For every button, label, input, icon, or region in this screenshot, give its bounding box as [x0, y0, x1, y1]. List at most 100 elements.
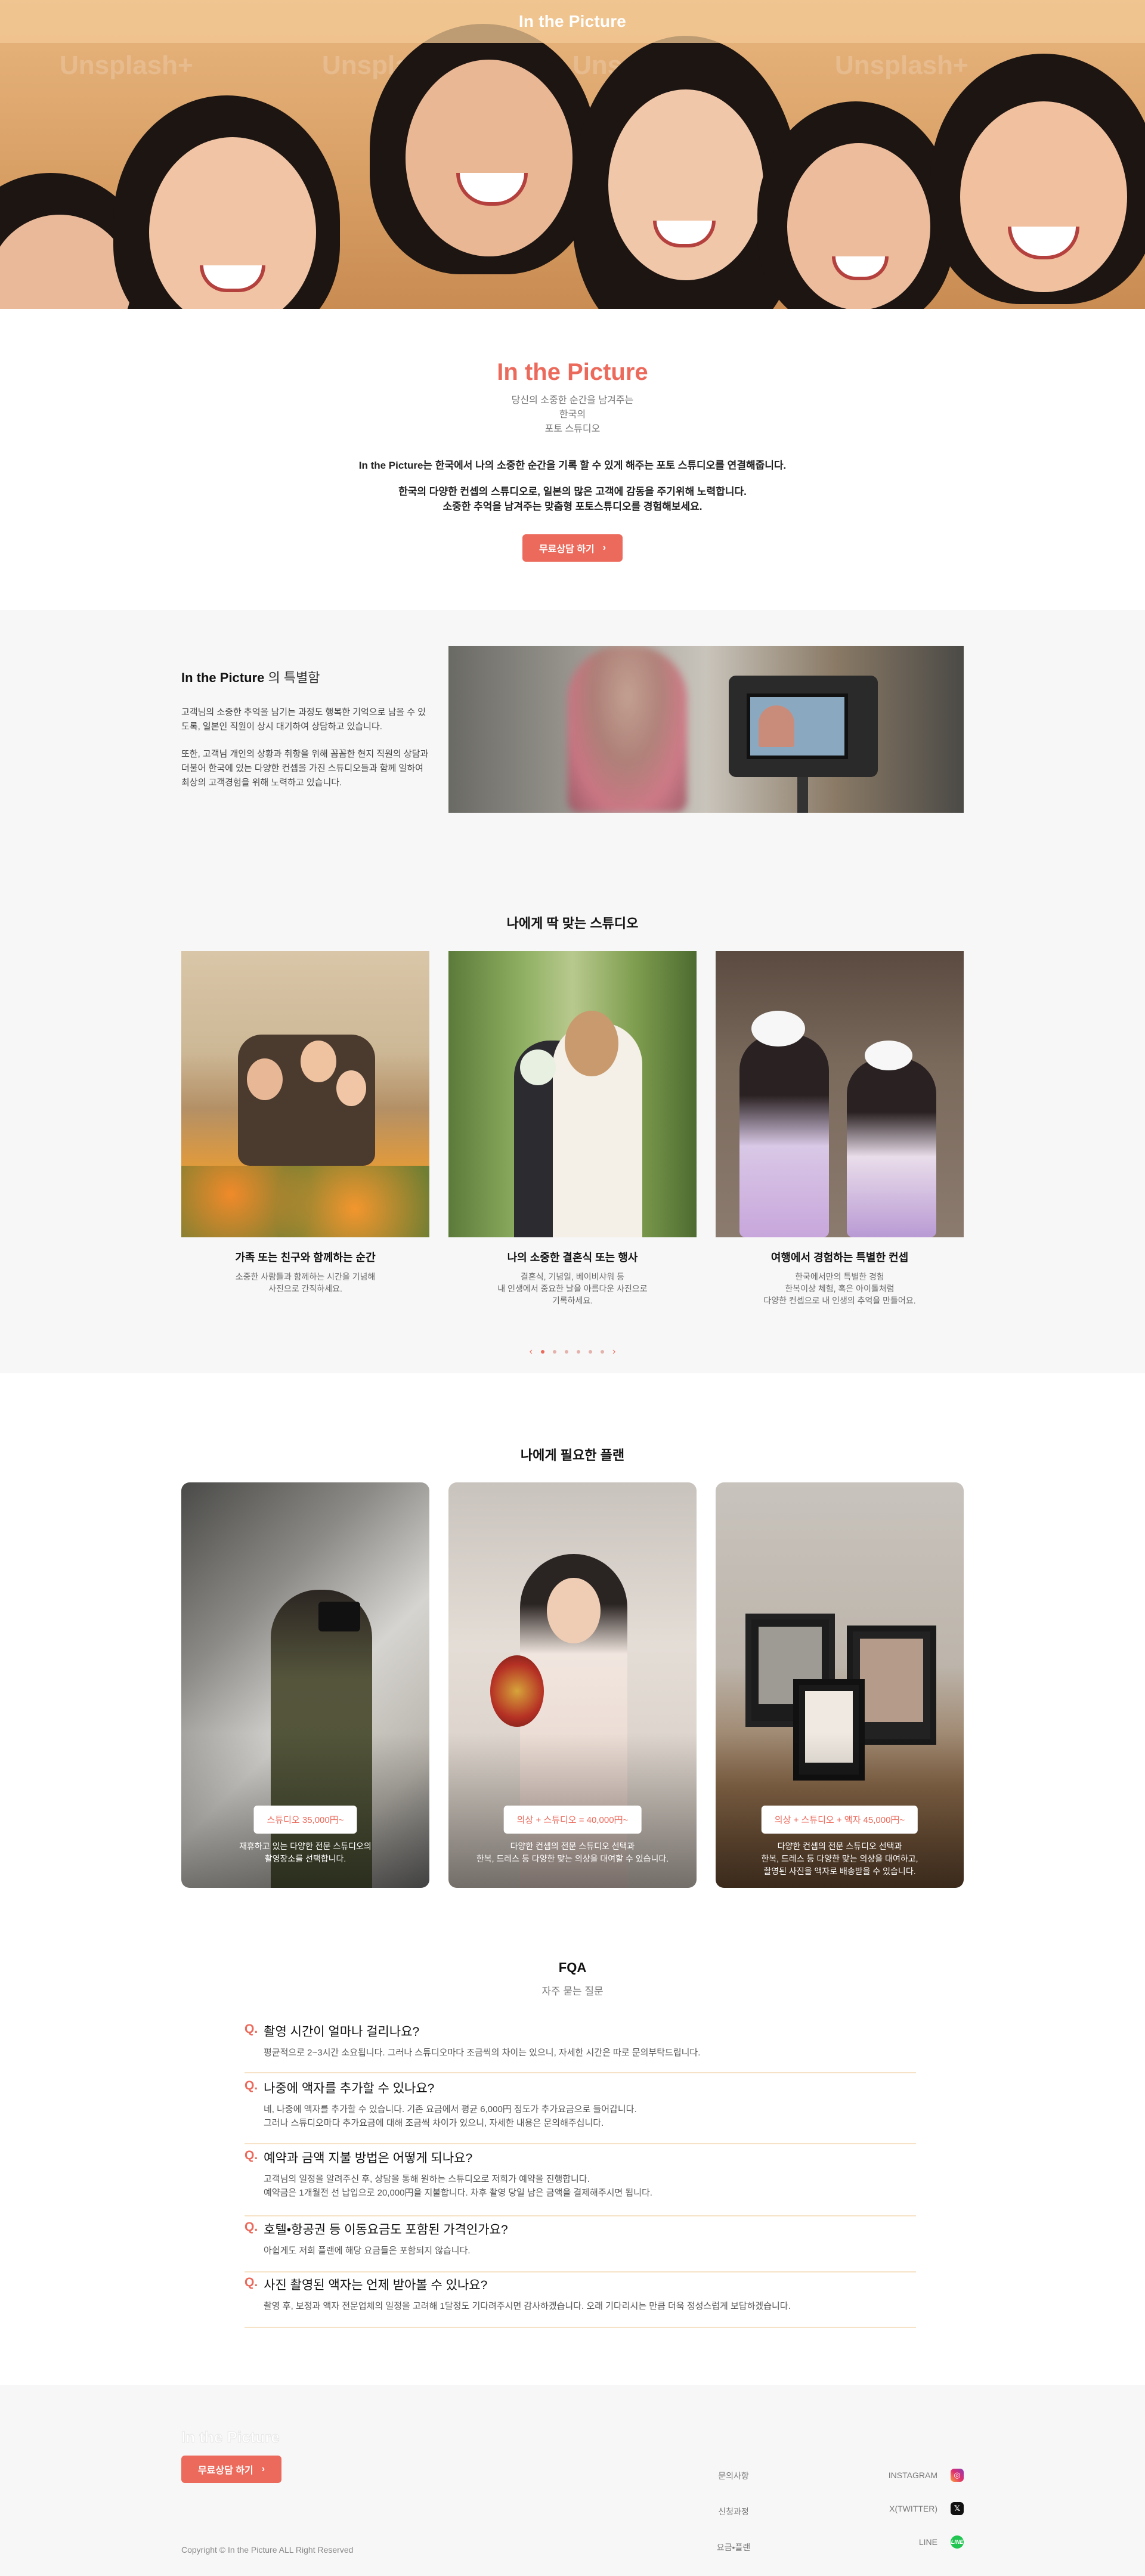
social-label: INSTAGRAM: [888, 2470, 937, 2480]
face-shape: [547, 1578, 601, 1643]
studio-card-desc: 한국에서만의 특별한 경험 한복이상 체험, 혹은 아이돌처럼 다양한 컨셉으로…: [763, 1272, 916, 1305]
faq-item[interactable]: Q. 나중에 액자를 추가할 수 있나요? 네, 나중에 액자를 추가할 수 있습…: [245, 2079, 916, 2144]
special-title-brand: In the Picture: [181, 670, 265, 685]
faq-item[interactable]: Q. 예약과 금액 지불 방법은 어떻게 되나요? 고객님의 일정을 알려주신 후…: [245, 2148, 916, 2216]
watermark-text: Unsplash+: [60, 51, 193, 80]
plans-title: 나에게 필요한 플랜: [520, 1448, 625, 1463]
social-links: INSTAGRAM ◎ X(TWITTER) 𝕏 LINE LINE: [877, 2469, 964, 2549]
studio-card-desc: 소중한 사람들과 함께하는 시간을 기념해 사진으로 간직하세요.: [235, 1272, 376, 1293]
q-mark: Q.: [245, 2148, 258, 2162]
paragraph-line: 한국의 다양한 컨셉의 스튜디오로, 일본의 많은 고객에 감동을 주기위해 노…: [398, 486, 747, 497]
faq-question: 사진 촬영된 액자는 언제 받아볼 수 있나요?: [264, 2278, 488, 2292]
faq-answer: 아쉽게도 저희 플랜에 해당 요금들은 포함되지 않습니다.: [264, 2246, 471, 2256]
footer-links: 문의사항 신청과정 요금•플랜: [704, 2470, 763, 2553]
special-title-rest: 의 특별함: [264, 670, 320, 685]
plan-price-badge: 의상 + 스튜디오 = 40,000円~: [503, 1806, 642, 1834]
hanbok-photo: [716, 951, 964, 1237]
special-text: 또한, 고객님 개인의 상황과 취향을 위해 꼼꼼한 현지 직원의 상담과 더불…: [181, 749, 429, 788]
faq-subtitle: 자주 묻는 질문: [541, 1986, 604, 1997]
plans-section: 나에게 필요한 플랜 스튜디오 35,000円~ 재휴하고 있는 다양한 전문 …: [0, 1373, 1145, 1934]
footer-consultation-button[interactable]: 무료상담 하기 ›: [181, 2456, 281, 2483]
faq-question: 예약과 금액 지불 방법은 어떻게 되나요?: [264, 2151, 473, 2165]
x-twitter-icon: 𝕏: [951, 2502, 964, 2515]
intro-paragraph: 한국의 다양한 컨셉의 스튜디오로, 일본의 많은 고객에 감동을 주기위해 노…: [0, 484, 1145, 514]
carousel-dot[interactable]: [577, 1350, 580, 1354]
carousel-dot[interactable]: [553, 1350, 556, 1354]
plan-card[interactable]: 의상 + 스튜디오 = 40,000円~ 다양한 컨셉의 전문 스튜디오 선택과…: [448, 1482, 697, 1888]
faq-title: FQA: [558, 1960, 587, 1975]
carousel-dot[interactable]: [601, 1350, 604, 1354]
line-icon: LINE: [951, 2535, 964, 2549]
site-logo[interactable]: In the Picture: [519, 12, 626, 31]
carousel-dot[interactable]: [589, 1350, 592, 1354]
faq-question: 나중에 액자를 추가할 수 있나요?: [264, 2082, 435, 2095]
plan-desc: 다양한 컨셉의 전문 스튜디오 선택과 한복, 드레스 등 다양한 맞는 의상을…: [761, 1841, 918, 1876]
button-label: 무료상담 하기: [539, 544, 595, 555]
q-mark: Q.: [245, 2275, 258, 2289]
social-twitter[interactable]: X(TWITTER) 𝕏: [877, 2502, 964, 2515]
studios-title: 나에게 딱 맞는 스튜디오: [506, 916, 639, 931]
chevron-right-icon: ›: [261, 2464, 265, 2474]
faq-answer: 네, 나중에 액자를 추가할 수 있습니다. 기존 요금에서 평균 6,000円…: [264, 2104, 637, 2128]
carousel-dot[interactable]: [541, 1350, 544, 1354]
studio-card-title: 여행에서 경험하는 특별한 컨셉: [770, 1252, 909, 1264]
social-line[interactable]: LINE LINE: [877, 2535, 964, 2549]
q-mark: Q.: [245, 2022, 258, 2036]
social-instagram[interactable]: INSTAGRAM ◎: [877, 2469, 964, 2482]
footer-link-inquiry[interactable]: 문의사항: [704, 2470, 763, 2482]
special-title: In the Picture 의 특별함: [181, 667, 320, 686]
faq-answer: 평균적으로 2~3시간 소요됩니다. 그러나 스튜디오마다 조금씩의 차이는 있…: [264, 2048, 701, 2058]
faq-question: 호텔•항공권 등 이동요금도 포함된 가격인가요?: [264, 2223, 508, 2237]
camera-icon: [318, 1602, 360, 1631]
footer-logo[interactable]: In the Picture: [181, 2428, 280, 2447]
subtitle-line: 당신의 소중한 순간을 남겨주는: [511, 395, 634, 405]
hero-banner: Unsplash+ Unsplash+ Unsplash+ Unsplash+ …: [0, 0, 1145, 309]
button-label: 무료상담 하기: [197, 2466, 253, 2476]
subtitle-line: 포토 스튜디오: [544, 424, 601, 434]
faq-question: 촬영 시간이 얼마나 걸리나요?: [264, 2025, 420, 2039]
special-section: In the Picture 의 특별함 고객님의 소중한 추억을 남기는 과정…: [0, 610, 1145, 1373]
plan-card[interactable]: 스튜디오 35,000円~ 재휴하고 있는 다양한 전문 스튜디오의 촬영장소를…: [181, 1482, 429, 1888]
chevron-right-icon: ›: [602, 543, 606, 553]
subtitle-line: 한국의: [559, 410, 586, 420]
copyright-text: Copyright © In the Picture ALL Right Res…: [181, 2545, 354, 2555]
plan-desc: 재휴하고 있는 다양한 전문 스튜디오의 촬영장소를 선택합니다.: [239, 1841, 372, 1863]
social-label: X(TWITTER): [889, 2504, 937, 2513]
studio-card[interactable]: 가족 또는 친구와 함께하는 순간 소중한 사람들과 함께하는 시간을 기념해 …: [181, 951, 429, 1295]
top-navbar: In the Picture: [0, 0, 1145, 43]
faq-item[interactable]: Q. 사진 촬영된 액자는 언제 받아볼 수 있나요? 촬영 후, 보정과 액자 …: [245, 2275, 916, 2328]
faq-item[interactable]: Q. 촬영 시간이 얼마나 걸리나요? 평균적으로 2~3시간 소요됩니다. 그러…: [245, 2022, 916, 2073]
studio-card-title: 가족 또는 친구와 함께하는 순간: [235, 1252, 376, 1264]
footer-link-pricing[interactable]: 요금•플랜: [704, 2541, 763, 2553]
chevron-right-icon[interactable]: ›: [612, 1346, 615, 1357]
watermark-text: Unsplash+: [835, 51, 968, 80]
intro-subtitle: 당신의 소중한 순간을 남겨주는 한국의 포토 스튜디오: [0, 394, 1145, 436]
plan-card[interactable]: 의상 + 스튜디오 + 액자 45,000円~ 다양한 컨셉의 전문 스튜디오 …: [716, 1482, 964, 1888]
social-label: LINE: [918, 2537, 937, 2547]
chevron-left-icon[interactable]: ‹: [530, 1346, 533, 1357]
wedding-photo: [448, 951, 697, 1237]
faq-section: FQA 자주 묻는 질문 Q. 촬영 시간이 얼마나 걸리나요? 평균적으로 2~…: [0, 1934, 1145, 2385]
q-mark: Q.: [245, 2079, 258, 2092]
plan-price-badge: 의상 + 스튜디오 + 액자 45,000円~: [761, 1806, 918, 1834]
site-footer: In the Picture 무료상담 하기 › Copyright © In …: [0, 2385, 1145, 2576]
plan-price-badge: 스튜디오 35,000円~: [253, 1806, 357, 1834]
fan-icon: [490, 1655, 544, 1727]
paragraph-line: 소중한 추억을 남겨주는 맞춤형 포토스튜디오를 경험해보세요.: [442, 501, 703, 512]
intro-paragraph: In the Picture는 한국에서 나의 소중한 순간을 기록 할 수 있…: [358, 460, 787, 471]
family-photo: [181, 951, 429, 1237]
faq-answer: 고객님의 일정을 알려주신 후, 상담을 통해 원하는 스튜디오로 저희가 예약…: [264, 2174, 652, 2198]
q-mark: Q.: [245, 2220, 258, 2234]
intro-title: In the Picture: [497, 359, 648, 385]
studio-card-title: 나의 소중한 결혼식 또는 행사: [507, 1252, 638, 1264]
carousel-dot[interactable]: [565, 1350, 568, 1354]
studio-card[interactable]: 여행에서 경험하는 특별한 컨셉 한국에서만의 특별한 경험 한복이상 체험, …: [716, 951, 964, 1306]
instagram-icon: ◎: [951, 2469, 964, 2482]
footer-link-process[interactable]: 신청과정: [704, 2506, 763, 2518]
camera-photo: [448, 646, 964, 813]
free-consultation-button[interactable]: 무료상담 하기 ›: [522, 534, 623, 562]
faq-item[interactable]: Q. 호텔•항공권 등 이동요금도 포함된 가격인가요? 아쉽게도 저희 플랜에 …: [245, 2220, 916, 2272]
faq-answer: 촬영 후, 보정과 액자 전문업체의 일정을 고려해 1달정도 기다려주시면 감…: [264, 2301, 791, 2311]
studio-card[interactable]: 나의 소중한 결혼식 또는 행사 결혼식, 기념일, 베이비샤워 등 내 인생에…: [448, 951, 697, 1306]
plan-desc: 다양한 컨셉의 전문 스튜디오 선택과 한복, 드레스 등 다양한 맞는 의상을…: [476, 1841, 669, 1863]
